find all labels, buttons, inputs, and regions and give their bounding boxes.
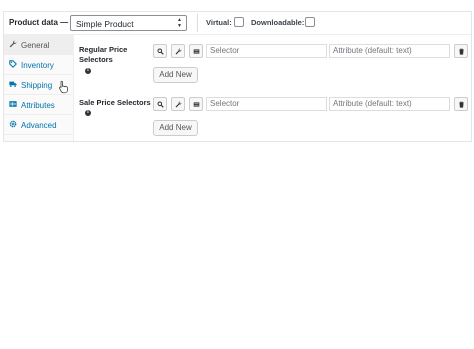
list-icon-button[interactable] xyxy=(189,97,203,111)
trash-icon xyxy=(458,101,464,108)
wrench-icon-button[interactable] xyxy=(171,97,185,111)
table-icon xyxy=(9,100,17,108)
wrench-icon xyxy=(9,40,17,48)
list-icon-button[interactable] xyxy=(189,44,203,58)
tab-general-label: General xyxy=(21,41,50,50)
sale-price-selectors-label: Sale Price Selectors xyxy=(79,98,151,107)
product-type-value: Simple Product xyxy=(76,19,134,29)
product-data-panel: Product data — Simple Product ▲ ▼ Virtual… xyxy=(3,11,472,142)
list-icon xyxy=(193,48,199,54)
product-type-select[interactable]: Simple Product ▲ ▼ xyxy=(70,15,187,31)
search-icon xyxy=(156,47,164,55)
list-icon xyxy=(193,101,199,107)
wrench-icon-button[interactable] xyxy=(171,44,185,58)
delete-row-button[interactable] xyxy=(454,44,468,58)
search-icon xyxy=(156,100,164,108)
tab-advanced-label: Advanced xyxy=(21,121,57,130)
tab-advanced[interactable]: Advanced xyxy=(4,115,74,135)
tab-inventory-label: Inventory xyxy=(21,61,54,70)
delete-row-button[interactable] xyxy=(454,97,468,111)
tag-icon xyxy=(9,60,17,68)
product-data-header: Product data — Simple Product ▲ ▼ Virtual… xyxy=(4,12,471,35)
regular-price-selectors-label: Regular Price Selectors xyxy=(79,45,128,64)
add-new-button[interactable]: Add New xyxy=(153,120,198,136)
info-icon[interactable]: i xyxy=(85,110,91,116)
search-icon-button[interactable] xyxy=(153,97,167,111)
product-data-tabs: General Inventory Shipping Attributes Ad… xyxy=(4,35,74,141)
wrench-icon xyxy=(175,101,181,107)
search-icon-button[interactable] xyxy=(153,44,167,58)
downloadable-label: Downloadable: xyxy=(251,18,305,27)
selector-input[interactable]: Selector xyxy=(206,97,327,111)
trash-icon xyxy=(458,48,464,55)
truck-icon xyxy=(9,80,17,88)
tab-shipping-label: Shipping xyxy=(21,81,53,90)
attribute-input[interactable]: Attribute (default: text) xyxy=(329,97,450,111)
add-new-button[interactable]: Add New xyxy=(153,67,198,83)
header-divider xyxy=(197,14,198,32)
tab-inventory[interactable]: Inventory xyxy=(4,55,74,75)
tab-attributes[interactable]: Attributes xyxy=(4,95,74,115)
downloadable-checkbox[interactable] xyxy=(305,17,315,27)
info-icon[interactable]: i xyxy=(85,68,91,74)
wrench-icon xyxy=(175,48,181,54)
attribute-input[interactable]: Attribute (default: text) xyxy=(329,44,450,58)
gear-icon xyxy=(9,120,17,128)
product-data-title: Product data — xyxy=(9,18,69,27)
selector-input[interactable]: Selector xyxy=(206,44,327,58)
hand-cursor-icon xyxy=(59,80,68,94)
tab-attributes-label: Attributes xyxy=(21,101,55,110)
virtual-checkbox[interactable] xyxy=(234,17,244,27)
tab-general[interactable]: General xyxy=(4,35,74,55)
virtual-label: Virtual: xyxy=(206,18,232,27)
select-arrows-icon: ▲ ▼ xyxy=(177,17,182,29)
